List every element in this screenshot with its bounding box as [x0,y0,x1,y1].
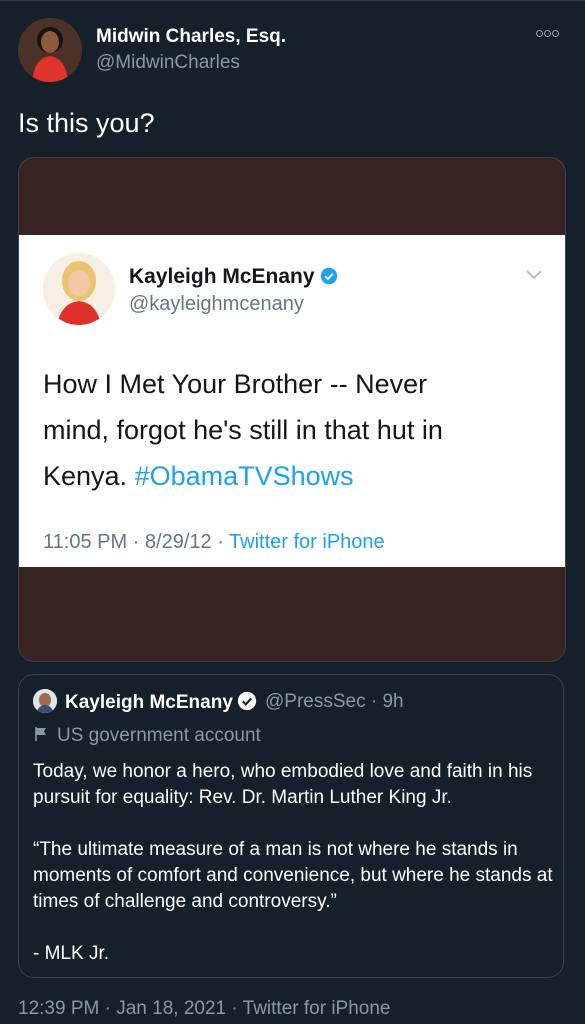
tweet-media-image[interactable]: Kayleigh McEnany @kayleighmcenany How I … [18,157,566,662]
media-author-name-text: Kayleigh McEnany [129,265,315,288]
media-text-line: mind, forgot he's still in that hut in [43,415,443,445]
account-label: US government account [33,725,261,747]
meta-separator: · [231,998,238,1019]
top-divider [0,0,585,1]
tweet-source[interactable]: Twitter for iPhone [243,998,391,1019]
quoted-paragraph: - MLK Jr. [33,943,110,964]
media-text-line: How I Met Your Brother -- Never [43,369,428,399]
quoted-tweet[interactable]: Kayleigh McEnany @PressSec · 9h US gover… [18,674,564,978]
media-tweet-source: Twitter for iPhone [229,531,385,553]
tweet-meta: 12:39 PM · Jan 18, 2021 · Twitter for iP… [18,998,390,1020]
author-avatar[interactable] [18,18,82,82]
media-tweet-text: How I Met Your Brother -- Never mind, fo… [43,361,543,499]
tweet-text: Is this you? [18,108,155,138]
author-handle[interactable]: @MidwinCharles [96,52,240,74]
media-author-handle: @kayleighmcenany [129,293,304,315]
account-label-text: US government account [57,725,261,746]
quoted-author-handle: @PressSec · 9h [265,691,404,712]
verified-badge-icon [237,691,257,711]
tweet-header: Midwin Charles, Esq. @MidwinCharles [18,16,568,86]
quoted-author-avatar [33,689,57,713]
media-author-name: Kayleigh McEnany [129,265,338,289]
quoted-author-name: Kayleigh McEnany [65,691,257,714]
quoted-tweet-text: Today, we honor a hero, who embodied lov… [33,759,553,993]
media-text-fragment: Kenya. [43,461,135,491]
media-tweet-time: 11:05 PM · 8/29/12 · [43,531,230,553]
hashtag-link: #ObamaTVShows [134,461,354,491]
tweet-timestamp[interactable]: 12:39 PM · Jan 18, 2021 [18,998,226,1019]
government-flag-icon [35,727,46,741]
quoted-author-name-text: Kayleigh McEnany [65,692,233,713]
more-options-icon[interactable] [536,24,568,44]
verified-badge-icon [320,267,337,285]
chevron-down-icon [526,270,542,280]
quoted-paragraph: “The ultimate measure of a man is not wh… [33,839,553,912]
embedded-screenshot: Kayleigh McEnany @kayleighmcenany How I … [19,235,565,567]
author-name[interactable]: Midwin Charles, Esq. [96,26,286,48]
media-author-avatar [43,253,115,325]
media-tweet-meta: 11:05 PM · 8/29/12 · Twitter for iPhone [43,531,385,554]
media-text-line: Kenya. #ObamaTVShows [43,453,543,499]
quoted-paragraph: Today, we honor a hero, who embodied lov… [33,761,533,808]
